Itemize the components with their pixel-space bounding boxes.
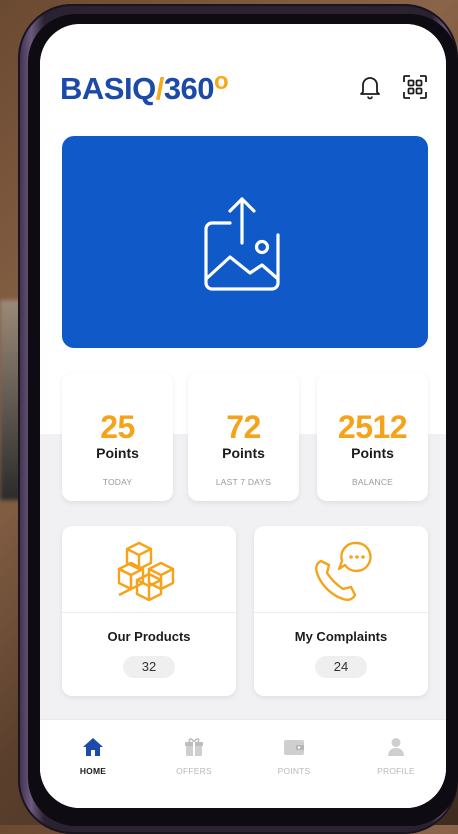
- logo-slash: /: [155, 71, 165, 106]
- boxes-icon: [117, 541, 175, 602]
- stat-label: BALANCE: [351, 477, 394, 487]
- qr-scan-button[interactable]: [400, 72, 430, 102]
- card-divider: [254, 612, 428, 613]
- nav-home[interactable]: HOME: [48, 736, 138, 776]
- nav-offers[interactable]: OFFERS: [149, 736, 239, 776]
- stat-card-last-7-days[interactable]: 72 Points LAST 7 DAYS: [188, 373, 299, 501]
- stat-value: 25: [100, 409, 135, 445]
- image-upload-icon: [204, 197, 280, 291]
- feature-icon-wrap: [62, 534, 236, 608]
- stat-unit: Points: [96, 445, 139, 461]
- gift-icon: [185, 738, 203, 756]
- my-complaints-card[interactable]: My Complaints 24: [254, 526, 428, 696]
- stat-value: 72: [226, 409, 261, 445]
- nav-profile[interactable]: PROFILE: [351, 736, 441, 776]
- notifications-button[interactable]: [355, 72, 385, 102]
- logo-text: BASIQ: [60, 71, 156, 106]
- brand-logo: BASIQ/360o: [60, 68, 229, 107]
- feature-count-badge: 32: [123, 656, 175, 678]
- bell-icon: [360, 77, 380, 100]
- bottom-navigation: HOME OFFERS POINTS PROFILE: [40, 719, 446, 808]
- nav-label: HOME: [79, 766, 107, 776]
- promo-banner[interactable]: [62, 136, 428, 348]
- logo-number: 360: [163, 71, 215, 106]
- phone-chat-icon: [315, 541, 372, 601]
- qr-scan-icon: [403, 75, 427, 99]
- feature-icon-wrap: [254, 534, 428, 608]
- our-products-card[interactable]: Our Products 32: [62, 526, 236, 696]
- stat-unit: Points: [222, 445, 265, 461]
- card-divider: [62, 612, 236, 613]
- user-icon: [388, 738, 404, 756]
- stat-card-balance[interactable]: 2512 Points BALANCE: [317, 373, 428, 501]
- app-screen: BASIQ/360o 25 Points TODAY 72 Points LAS…: [40, 24, 446, 808]
- stat-unit: Points: [351, 445, 394, 461]
- logo-degree: o: [214, 68, 229, 95]
- stat-card-today[interactable]: 25 Points TODAY: [62, 373, 173, 501]
- nav-points[interactable]: POINTS: [249, 736, 339, 776]
- nav-label: POINTS: [277, 766, 311, 776]
- feature-title: My Complaints: [294, 629, 388, 644]
- feature-title: Our Products: [107, 629, 191, 644]
- stat-label: LAST 7 DAYS: [215, 477, 272, 487]
- nav-label: PROFILE: [377, 766, 415, 776]
- wallet-icon: [284, 740, 304, 755]
- feature-count-badge: 24: [315, 656, 367, 678]
- app-header: BASIQ/360o: [40, 24, 446, 134]
- stat-value: 2512: [337, 409, 408, 445]
- nav-label: OFFERS: [176, 766, 212, 776]
- home-icon: [83, 738, 103, 756]
- stat-label: TODAY: [102, 477, 133, 487]
